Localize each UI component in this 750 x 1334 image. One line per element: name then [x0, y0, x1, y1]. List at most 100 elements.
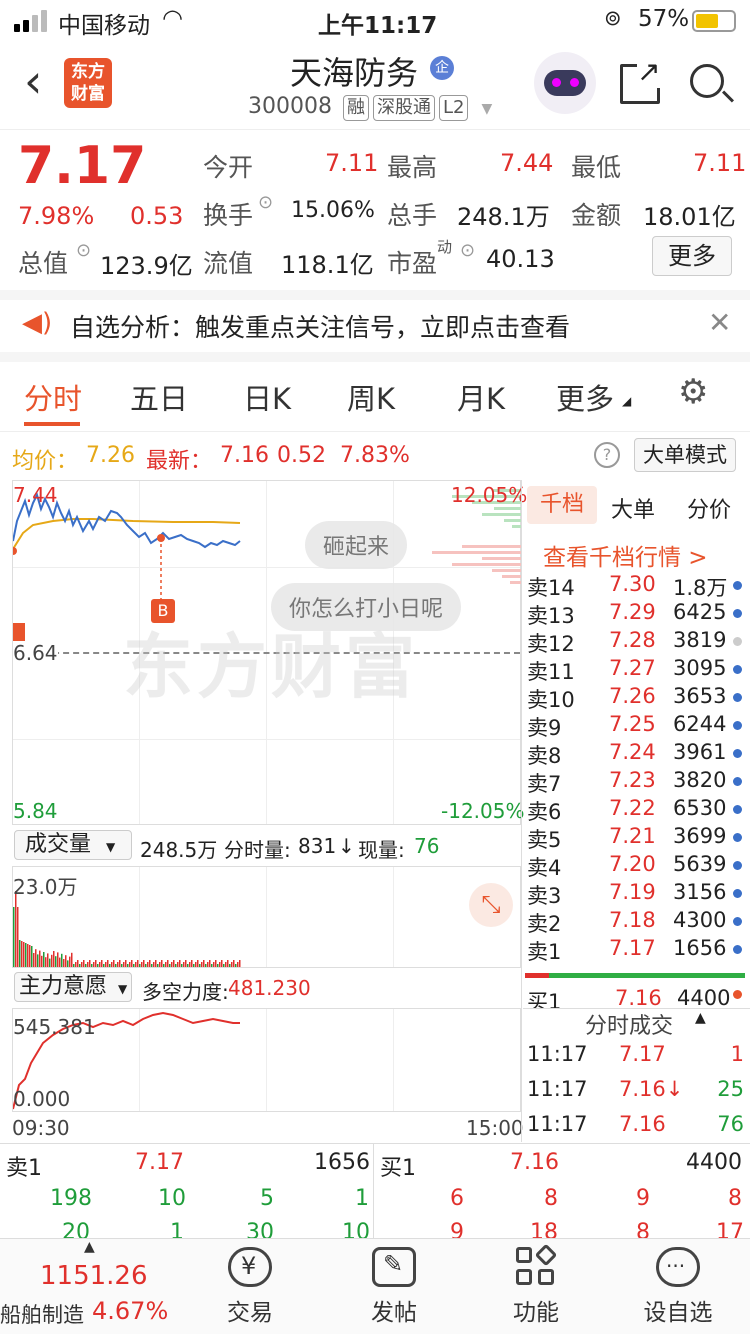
- close-icon[interactable]: ✕: [708, 306, 731, 339]
- sort-icon[interactable]: ▲: [695, 1010, 706, 1026]
- ask-row[interactable]: 卖14 7.30 1.8万: [523, 572, 750, 600]
- power-value: 481.230: [228, 976, 311, 1000]
- tab-intraday[interactable]: 分时: [24, 376, 82, 418]
- tick-row: 11:17 7.16 76: [523, 1112, 750, 1140]
- volume-bar: [23, 942, 25, 967]
- tab-weekly-k[interactable]: 周K: [347, 376, 395, 418]
- ask-dot: [733, 945, 742, 954]
- ask-volume: 3819: [673, 628, 727, 652]
- volume-bar: [191, 960, 193, 967]
- index-percent: 4.67%: [92, 1297, 169, 1325]
- nav-functions[interactable]: 功能: [476, 1243, 596, 1327]
- big-order-mode-button[interactable]: 大单模式: [634, 438, 736, 472]
- volume-bar: [125, 960, 127, 967]
- bid-row[interactable]: 买1 7.16 4400: [523, 986, 750, 1008]
- tab-monthly-k[interactable]: 月K: [457, 376, 505, 418]
- ask-dot: [733, 917, 742, 926]
- clock: 上午11:17: [318, 13, 438, 39]
- ask-row[interactable]: 卖7 7.23 3820: [523, 768, 750, 796]
- more-button[interactable]: 更多: [652, 236, 732, 276]
- ask-dot: [733, 693, 742, 702]
- price-axis-bottom: 5.84: [13, 799, 58, 823]
- ask-row[interactable]: 卖3 7.19 3156: [523, 880, 750, 908]
- info-icon[interactable]: ⊙: [76, 240, 91, 261]
- ask-label: 卖3: [527, 884, 562, 908]
- ask-row[interactable]: 卖6 7.22 6530: [523, 796, 750, 824]
- volume-max: 23.0万: [13, 875, 78, 899]
- back-icon[interactable]: ‹: [24, 54, 42, 108]
- tab-big-order[interactable]: 大单: [611, 492, 655, 524]
- index-value[interactable]: 1151.26: [40, 1261, 148, 1291]
- ask1-price: 7.17: [135, 1150, 184, 1175]
- assistant-avatar[interactable]: [534, 52, 596, 114]
- volume-chart[interactable]: 23.0万 ⤡: [12, 866, 521, 968]
- ask-volume: 6244: [673, 712, 727, 736]
- ticks-title[interactable]: 分时成交: [585, 1008, 673, 1040]
- expand-icon[interactable]: ⤡: [469, 883, 513, 927]
- full-depth-link[interactable]: 查看千档行情 >: [543, 538, 708, 572]
- volume-bar: [207, 962, 209, 967]
- ask-row[interactable]: 卖10 7.26 3653: [523, 684, 750, 712]
- flow-chart[interactable]: 545.381 0.000: [12, 1008, 521, 1112]
- tab-price-dist[interactable]: 分价: [687, 492, 731, 524]
- ask-row[interactable]: 卖8 7.24 3961: [523, 740, 750, 768]
- tick-volume: 76: [717, 1112, 744, 1136]
- ask-row[interactable]: 卖11 7.27 3095: [523, 656, 750, 684]
- volume-bar: [155, 960, 157, 967]
- bid-label: 买1: [527, 990, 562, 1008]
- bid-price: 7.16: [615, 986, 662, 1008]
- ask-row[interactable]: 卖13 7.29 6425: [523, 600, 750, 628]
- index-name[interactable]: 船舶制造: [0, 1299, 84, 1329]
- change-amount: 0.53: [130, 202, 184, 230]
- sell-marker-edge: [13, 623, 25, 643]
- ask-row[interactable]: 卖12 7.28 3819: [523, 628, 750, 656]
- dropdown-icon[interactable]: ▼: [481, 101, 492, 117]
- banner-text: 自选分析：触发重点关注信号，立即点击查看: [70, 313, 571, 342]
- ask-price: 7.20: [609, 852, 656, 876]
- volume-bar: [69, 956, 71, 967]
- ask-row[interactable]: 卖5 7.21 3699: [523, 824, 750, 852]
- volume-bar: [153, 962, 155, 967]
- tab-daily-k[interactable]: 日K: [243, 376, 291, 418]
- nav-post[interactable]: ✎ 发帖: [334, 1247, 454, 1327]
- info-icon[interactable]: ⊙: [258, 192, 273, 213]
- ask-label: 卖2: [527, 912, 562, 936]
- change-percent: 7.98%: [18, 202, 95, 230]
- volume-bar: [147, 962, 149, 967]
- ask-row[interactable]: 卖9 7.25 6244: [523, 712, 750, 740]
- search-icon[interactable]: [690, 64, 735, 103]
- intraday-chart[interactable]: 东方财富 B 7.44 12.05% 6.64 5.84 -12.05% 砸起来…: [12, 480, 527, 825]
- nav-post-label: 发帖: [371, 1300, 417, 1326]
- alert-banner[interactable]: ◀) 自选分析：触发重点关注信号，立即点击查看 ✕: [0, 290, 750, 362]
- tab-more[interactable]: 更多: [556, 376, 614, 418]
- volume-selector[interactable]: 成交量 ▼: [14, 830, 132, 860]
- flow-selector[interactable]: 主力意愿 ▼: [14, 972, 132, 1002]
- ask-dot: [733, 665, 742, 674]
- ask-price: 7.30: [609, 572, 656, 596]
- volume-bar: [97, 964, 99, 967]
- volume-bar: [75, 962, 77, 967]
- buy-marker[interactable]: B: [151, 599, 175, 623]
- nav-add-watchlist[interactable]: ··· 设自选: [618, 1247, 738, 1327]
- ask-row[interactable]: 卖1 7.17 1656: [523, 936, 750, 964]
- help-icon[interactable]: ?: [594, 442, 620, 468]
- volume-bar: [41, 955, 43, 967]
- ask-row[interactable]: 卖2 7.18 4300: [523, 908, 750, 936]
- volume-bar: [57, 952, 59, 967]
- info-icon[interactable]: ⊙: [460, 240, 475, 261]
- tab-full-depth[interactable]: 千档: [527, 486, 597, 524]
- tab-5day[interactable]: 五日: [130, 376, 188, 418]
- volume-bar: [93, 962, 95, 967]
- settings-icon[interactable]: ⚙: [678, 372, 708, 412]
- ask-volume: 6530: [673, 796, 727, 820]
- share-icon[interactable]: ↗: [620, 55, 661, 104]
- signal-icon: [14, 10, 54, 32]
- comment-bubble[interactable]: 你怎么打小日呢: [271, 583, 462, 631]
- nav-trade[interactable]: ¥ 交易: [190, 1247, 310, 1327]
- app-logo[interactable]: 东方 财富: [64, 58, 112, 108]
- ask-row[interactable]: 卖4 7.20 5639: [523, 852, 750, 880]
- comment-bubble[interactable]: 砸起来: [305, 521, 408, 569]
- collapse-icon[interactable]: ▲: [84, 1239, 95, 1255]
- volume-bar: [91, 964, 93, 967]
- volume-bar: [221, 960, 223, 967]
